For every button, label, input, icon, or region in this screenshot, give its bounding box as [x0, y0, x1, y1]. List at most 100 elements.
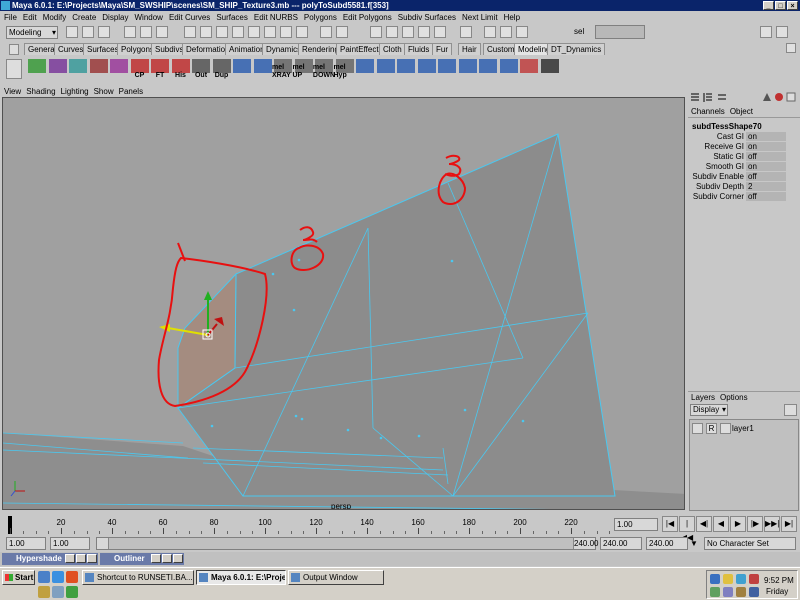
select-component-icon[interactable] [156, 26, 168, 38]
channel-row[interactable]: Subdiv Enable off [688, 172, 800, 182]
snap-view-icon[interactable] [418, 26, 430, 38]
maximize-icon[interactable] [76, 554, 86, 563]
new-scene-icon[interactable] [66, 26, 78, 38]
shelf-options-icon[interactable] [6, 59, 22, 79]
maximize-button[interactable]: □ [775, 1, 786, 10]
channel-value[interactable]: on [746, 142, 786, 151]
select-joint-icon[interactable] [200, 26, 212, 38]
play-forward-button[interactable]: ▶ [730, 516, 746, 532]
attribute-editor-toggle-icon[interactable] [760, 26, 772, 38]
channel-options-icon[interactable] [786, 92, 796, 103]
select-render-icon[interactable] [280, 26, 292, 38]
down-mel-icon[interactable]: mel DOWN [313, 58, 335, 80]
animation-start-field[interactable]: 1.00 [6, 537, 46, 550]
tab-fur[interactable]: Fur [432, 43, 452, 55]
current-frame-field[interactable]: 1.00 [614, 518, 658, 531]
playback-start-field[interactable]: 1.00 [50, 537, 90, 550]
menu-modify[interactable]: Modify [41, 13, 71, 22]
outliner-window-title[interactable]: Outliner [100, 553, 184, 565]
outliner-icon[interactable]: Out [190, 58, 212, 80]
save-scene-icon[interactable] [98, 26, 110, 38]
step-forward-key-button[interactable]: ▶▶| [764, 516, 780, 532]
menu-subdiv-surfaces[interactable]: Subdiv Surfaces [396, 13, 460, 22]
viewport-menu-view[interactable]: View [4, 87, 26, 96]
close-icon[interactable] [87, 554, 97, 563]
channels-layout-icon[interactable] [690, 92, 700, 103]
lock-selection-icon[interactable] [320, 26, 332, 38]
menu-set-select[interactable]: Modeling [6, 26, 58, 39]
tool-settings-icon[interactable] [762, 92, 772, 103]
time-slider[interactable]: 0 20 40 60 80 100 120 140 160 180 200 220 [0, 514, 612, 534]
menu-edit-polygons[interactable]: Edit Polygons [341, 13, 396, 22]
playback-end-field[interactable]: 240.00 [600, 537, 642, 550]
extrude-face-icon[interactable] [354, 58, 376, 80]
smooth-icon[interactable] [457, 58, 479, 80]
live-surface-icon[interactable] [434, 26, 446, 38]
channel-value[interactable]: 2 [746, 182, 786, 191]
perspective-viewport[interactable]: persp [2, 97, 685, 510]
up-mel-icon[interactable]: mel UP [293, 58, 315, 80]
menu-polygons[interactable]: Polygons [302, 13, 341, 22]
layers-menu-layers[interactable]: Layers [691, 393, 720, 402]
move-tool-icon[interactable] [231, 58, 253, 80]
snap-curve-icon[interactable] [386, 26, 398, 38]
menu-help[interactable]: Help [502, 13, 524, 22]
maximize-icon[interactable] [162, 554, 172, 563]
channel-value[interactable]: off [746, 192, 786, 201]
channel-row[interactable]: Subdiv Depth 2 [688, 182, 800, 192]
select-handle-icon[interactable] [184, 26, 196, 38]
shelf-menu-icon[interactable] [9, 44, 19, 55]
volume-tray-icon[interactable] [723, 574, 733, 584]
app-quicklaunch-icon[interactable] [66, 586, 78, 598]
driver-tray-icon[interactable] [736, 587, 746, 597]
new-layer-icon[interactable] [784, 404, 797, 416]
layer-name[interactable]: layer1 [732, 424, 754, 433]
character-set-field[interactable]: No Character Set [704, 537, 796, 550]
ie-quicklaunch-icon[interactable] [52, 571, 64, 583]
antivirus-tray-icon[interactable] [749, 574, 759, 584]
channel-box-toggle-icon[interactable] [776, 26, 788, 38]
restore-icon[interactable] [151, 554, 161, 563]
channel-row[interactable]: Static GI off [688, 152, 800, 162]
animation-end-field[interactable]: 240.00 [646, 537, 688, 550]
task-output-window[interactable]: Output Window [288, 570, 384, 585]
channel-value[interactable]: on [746, 162, 786, 171]
highlight-selection-icon[interactable] [336, 26, 348, 38]
channel-row[interactable]: Cast GI on [688, 132, 800, 142]
curve-wave-icon[interactable] [67, 58, 89, 80]
network-tray-icon[interactable] [710, 574, 720, 584]
menu-edit-curves[interactable]: Edit Curves [167, 13, 214, 22]
select-dynamic-icon[interactable] [264, 26, 276, 38]
select-misc-icon[interactable] [296, 26, 308, 38]
menu-edit-nurbs[interactable]: Edit NURBS [252, 13, 302, 22]
merge-icon[interactable] [498, 58, 520, 80]
layer-display-select[interactable]: Display [690, 404, 728, 416]
selection-field[interactable] [595, 25, 645, 39]
task-runseti[interactable]: Shortcut to RUNSETI.BA... [82, 570, 194, 585]
play-backward-button[interactable]: ◀ [713, 516, 729, 532]
poly-plane-icon[interactable] [252, 58, 274, 80]
range-start-handle[interactable] [97, 538, 109, 549]
viewport-menu-shading[interactable]: Shading [26, 87, 60, 96]
viewport-menu-panels[interactable]: Panels [119, 87, 148, 96]
go-to-end-button[interactable]: ▶| [781, 516, 797, 532]
start-button[interactable]: Start [2, 570, 35, 585]
select-deform-icon[interactable] [248, 26, 260, 38]
snap-point-icon[interactable] [402, 26, 414, 38]
channel-row[interactable]: Smooth GI on [688, 162, 800, 172]
subd-cube-icon[interactable] [26, 58, 48, 80]
restore-icon[interactable] [65, 554, 75, 563]
desktop-quicklaunch-icon[interactable] [38, 571, 50, 583]
viewport-menu-show[interactable]: Show [94, 87, 119, 96]
messenger-tray-icon[interactable] [736, 574, 746, 584]
step-back-frame-button[interactable]: ◀| [696, 516, 712, 532]
range-end-handle[interactable]: 240.00 [573, 538, 598, 549]
seti-tray-icon[interactable] [749, 587, 759, 597]
ipr-render-icon[interactable] [500, 26, 512, 38]
channel-row[interactable]: Subdiv Corner off [688, 192, 800, 202]
menu-surfaces[interactable]: Surfaces [214, 13, 252, 22]
layer-row[interactable]: R layer1 [692, 423, 796, 435]
menu-next-limit[interactable]: Next Limit [460, 13, 502, 22]
ft-curve-icon[interactable]: FT [149, 58, 171, 80]
checker-icon[interactable] [539, 58, 561, 80]
